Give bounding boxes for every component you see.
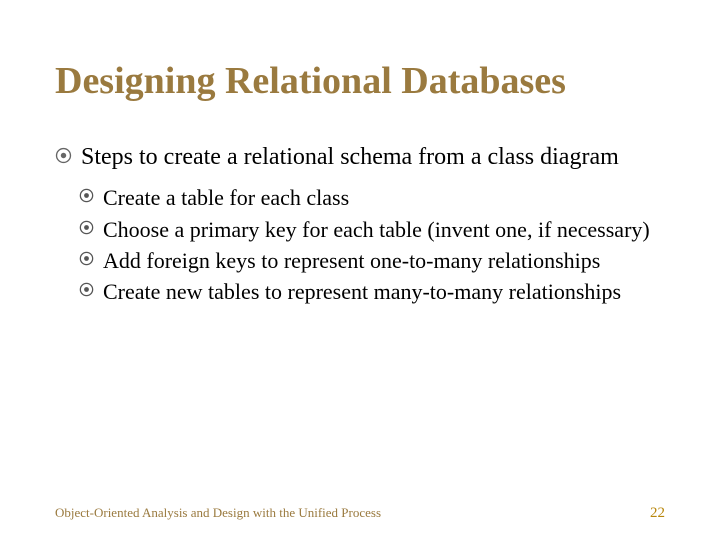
target-bullet-icon [55,147,72,164]
bullet-text: Add foreign keys to represent one-to-man… [103,248,600,273]
bullet-text: Create a table for each class [103,185,349,210]
slide-title: Designing Relational Databases [55,60,665,104]
bullet-text: Steps to create a relational schema from… [81,144,619,170]
slide-footer: Object-Oriented Analysis and Design with… [55,505,665,522]
bullet-level2: Add foreign keys to represent one-to-man… [79,247,665,275]
bullet-text: Choose a primary key for each table (inv… [103,217,650,242]
target-bullet-icon [79,282,94,297]
target-bullet-icon [79,220,94,235]
page-number: 22 [650,505,665,522]
target-bullet-icon [79,188,94,203]
bullet-text: Create new tables to represent many-to-m… [103,279,621,304]
target-bullet-icon [79,251,94,266]
bullet-level2: Create a table for each class [79,184,665,212]
bullet-level2: Create new tables to represent many-to-m… [79,278,665,306]
bullet-level2: Choose a primary key for each table (inv… [79,216,665,244]
slide: Designing Relational Databases Steps to … [0,0,720,540]
bullet-level1: Steps to create a relational schema from… [55,142,665,173]
footer-text: Object-Oriented Analysis and Design with… [55,505,381,521]
